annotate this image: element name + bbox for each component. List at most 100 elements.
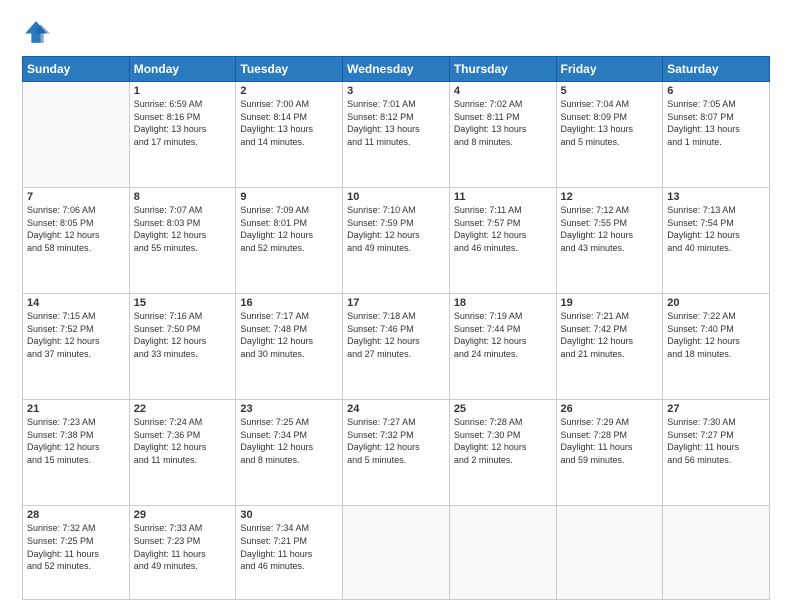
calendar-cell: 23Sunrise: 7:25 AM Sunset: 7:34 PM Dayli… — [236, 400, 343, 506]
day-number: 23 — [240, 403, 338, 415]
day-info: Sunrise: 7:18 AM Sunset: 7:46 PM Dayligh… — [347, 310, 445, 360]
calendar-cell: 24Sunrise: 7:27 AM Sunset: 7:32 PM Dayli… — [343, 400, 450, 506]
calendar-cell: 5Sunrise: 7:04 AM Sunset: 8:09 PM Daylig… — [556, 82, 663, 188]
weekday-header-row: SundayMondayTuesdayWednesdayThursdayFrid… — [23, 57, 770, 82]
calendar-week-2: 14Sunrise: 7:15 AM Sunset: 7:52 PM Dayli… — [23, 294, 770, 400]
weekday-header-thursday: Thursday — [449, 57, 556, 82]
logo-icon — [22, 18, 50, 46]
day-info: Sunrise: 7:25 AM Sunset: 7:34 PM Dayligh… — [240, 416, 338, 466]
day-info: Sunrise: 7:16 AM Sunset: 7:50 PM Dayligh… — [134, 310, 232, 360]
day-number: 25 — [454, 403, 552, 415]
calendar-cell: 2Sunrise: 7:00 AM Sunset: 8:14 PM Daylig… — [236, 82, 343, 188]
calendar-cell: 16Sunrise: 7:17 AM Sunset: 7:48 PM Dayli… — [236, 294, 343, 400]
calendar-cell: 12Sunrise: 7:12 AM Sunset: 7:55 PM Dayli… — [556, 188, 663, 294]
day-info: Sunrise: 7:11 AM Sunset: 7:57 PM Dayligh… — [454, 204, 552, 254]
day-info: Sunrise: 7:01 AM Sunset: 8:12 PM Dayligh… — [347, 98, 445, 148]
calendar-week-4: 28Sunrise: 7:32 AM Sunset: 7:25 PM Dayli… — [23, 506, 770, 600]
calendar-cell — [23, 82, 130, 188]
day-number: 1 — [134, 85, 232, 97]
day-number: 14 — [27, 297, 125, 309]
calendar-cell: 8Sunrise: 7:07 AM Sunset: 8:03 PM Daylig… — [129, 188, 236, 294]
day-number: 19 — [561, 297, 659, 309]
calendar-cell: 10Sunrise: 7:10 AM Sunset: 7:59 PM Dayli… — [343, 188, 450, 294]
day-number: 9 — [240, 191, 338, 203]
day-info: Sunrise: 7:05 AM Sunset: 8:07 PM Dayligh… — [667, 98, 765, 148]
day-info: Sunrise: 7:23 AM Sunset: 7:38 PM Dayligh… — [27, 416, 125, 466]
day-info: Sunrise: 7:12 AM Sunset: 7:55 PM Dayligh… — [561, 204, 659, 254]
calendar-cell: 13Sunrise: 7:13 AM Sunset: 7:54 PM Dayli… — [663, 188, 770, 294]
calendar-cell — [663, 506, 770, 600]
day-info: Sunrise: 7:13 AM Sunset: 7:54 PM Dayligh… — [667, 204, 765, 254]
day-number: 4 — [454, 85, 552, 97]
day-number: 18 — [454, 297, 552, 309]
logo — [22, 18, 54, 46]
day-number: 10 — [347, 191, 445, 203]
day-info: Sunrise: 7:32 AM Sunset: 7:25 PM Dayligh… — [27, 522, 125, 572]
calendar-week-1: 7Sunrise: 7:06 AM Sunset: 8:05 PM Daylig… — [23, 188, 770, 294]
day-info: Sunrise: 7:10 AM Sunset: 7:59 PM Dayligh… — [347, 204, 445, 254]
calendar-cell: 14Sunrise: 7:15 AM Sunset: 7:52 PM Dayli… — [23, 294, 130, 400]
day-number: 12 — [561, 191, 659, 203]
day-info: Sunrise: 6:59 AM Sunset: 8:16 PM Dayligh… — [134, 98, 232, 148]
weekday-header-sunday: Sunday — [23, 57, 130, 82]
calendar-cell: 20Sunrise: 7:22 AM Sunset: 7:40 PM Dayli… — [663, 294, 770, 400]
calendar-cell: 3Sunrise: 7:01 AM Sunset: 8:12 PM Daylig… — [343, 82, 450, 188]
calendar: SundayMondayTuesdayWednesdayThursdayFrid… — [22, 56, 770, 600]
day-number: 28 — [27, 509, 125, 521]
day-info: Sunrise: 7:29 AM Sunset: 7:28 PM Dayligh… — [561, 416, 659, 466]
calendar-cell: 4Sunrise: 7:02 AM Sunset: 8:11 PM Daylig… — [449, 82, 556, 188]
day-number: 27 — [667, 403, 765, 415]
header — [22, 18, 770, 46]
calendar-cell: 7Sunrise: 7:06 AM Sunset: 8:05 PM Daylig… — [23, 188, 130, 294]
calendar-cell: 22Sunrise: 7:24 AM Sunset: 7:36 PM Dayli… — [129, 400, 236, 506]
calendar-cell: 17Sunrise: 7:18 AM Sunset: 7:46 PM Dayli… — [343, 294, 450, 400]
calendar-cell: 30Sunrise: 7:34 AM Sunset: 7:21 PM Dayli… — [236, 506, 343, 600]
calendar-cell: 18Sunrise: 7:19 AM Sunset: 7:44 PM Dayli… — [449, 294, 556, 400]
day-info: Sunrise: 7:04 AM Sunset: 8:09 PM Dayligh… — [561, 98, 659, 148]
calendar-cell: 28Sunrise: 7:32 AM Sunset: 7:25 PM Dayli… — [23, 506, 130, 600]
day-number: 13 — [667, 191, 765, 203]
calendar-cell: 21Sunrise: 7:23 AM Sunset: 7:38 PM Dayli… — [23, 400, 130, 506]
day-number: 21 — [27, 403, 125, 415]
day-number: 3 — [347, 85, 445, 97]
calendar-cell: 6Sunrise: 7:05 AM Sunset: 8:07 PM Daylig… — [663, 82, 770, 188]
day-info: Sunrise: 7:06 AM Sunset: 8:05 PM Dayligh… — [27, 204, 125, 254]
day-number: 22 — [134, 403, 232, 415]
day-info: Sunrise: 7:34 AM Sunset: 7:21 PM Dayligh… — [240, 522, 338, 572]
calendar-cell: 27Sunrise: 7:30 AM Sunset: 7:27 PM Dayli… — [663, 400, 770, 506]
day-number: 6 — [667, 85, 765, 97]
calendar-cell: 11Sunrise: 7:11 AM Sunset: 7:57 PM Dayli… — [449, 188, 556, 294]
day-info: Sunrise: 7:28 AM Sunset: 7:30 PM Dayligh… — [454, 416, 552, 466]
day-number: 29 — [134, 509, 232, 521]
day-info: Sunrise: 7:17 AM Sunset: 7:48 PM Dayligh… — [240, 310, 338, 360]
calendar-cell: 15Sunrise: 7:16 AM Sunset: 7:50 PM Dayli… — [129, 294, 236, 400]
day-info: Sunrise: 7:15 AM Sunset: 7:52 PM Dayligh… — [27, 310, 125, 360]
weekday-header-saturday: Saturday — [663, 57, 770, 82]
day-info: Sunrise: 7:07 AM Sunset: 8:03 PM Dayligh… — [134, 204, 232, 254]
day-info: Sunrise: 7:02 AM Sunset: 8:11 PM Dayligh… — [454, 98, 552, 148]
day-number: 15 — [134, 297, 232, 309]
weekday-header-friday: Friday — [556, 57, 663, 82]
day-info: Sunrise: 7:33 AM Sunset: 7:23 PM Dayligh… — [134, 522, 232, 572]
day-info: Sunrise: 7:24 AM Sunset: 7:36 PM Dayligh… — [134, 416, 232, 466]
day-info: Sunrise: 7:30 AM Sunset: 7:27 PM Dayligh… — [667, 416, 765, 466]
page: SundayMondayTuesdayWednesdayThursdayFrid… — [0, 0, 792, 612]
weekday-header-wednesday: Wednesday — [343, 57, 450, 82]
weekday-header-monday: Monday — [129, 57, 236, 82]
calendar-cell — [449, 506, 556, 600]
day-number: 5 — [561, 85, 659, 97]
day-info: Sunrise: 7:22 AM Sunset: 7:40 PM Dayligh… — [667, 310, 765, 360]
day-number: 11 — [454, 191, 552, 203]
day-number: 26 — [561, 403, 659, 415]
day-number: 8 — [134, 191, 232, 203]
calendar-cell: 25Sunrise: 7:28 AM Sunset: 7:30 PM Dayli… — [449, 400, 556, 506]
day-info: Sunrise: 7:19 AM Sunset: 7:44 PM Dayligh… — [454, 310, 552, 360]
calendar-cell: 9Sunrise: 7:09 AM Sunset: 8:01 PM Daylig… — [236, 188, 343, 294]
day-number: 24 — [347, 403, 445, 415]
day-number: 30 — [240, 509, 338, 521]
calendar-cell — [343, 506, 450, 600]
day-number: 16 — [240, 297, 338, 309]
day-number: 7 — [27, 191, 125, 203]
weekday-header-tuesday: Tuesday — [236, 57, 343, 82]
calendar-week-0: 1Sunrise: 6:59 AM Sunset: 8:16 PM Daylig… — [23, 82, 770, 188]
